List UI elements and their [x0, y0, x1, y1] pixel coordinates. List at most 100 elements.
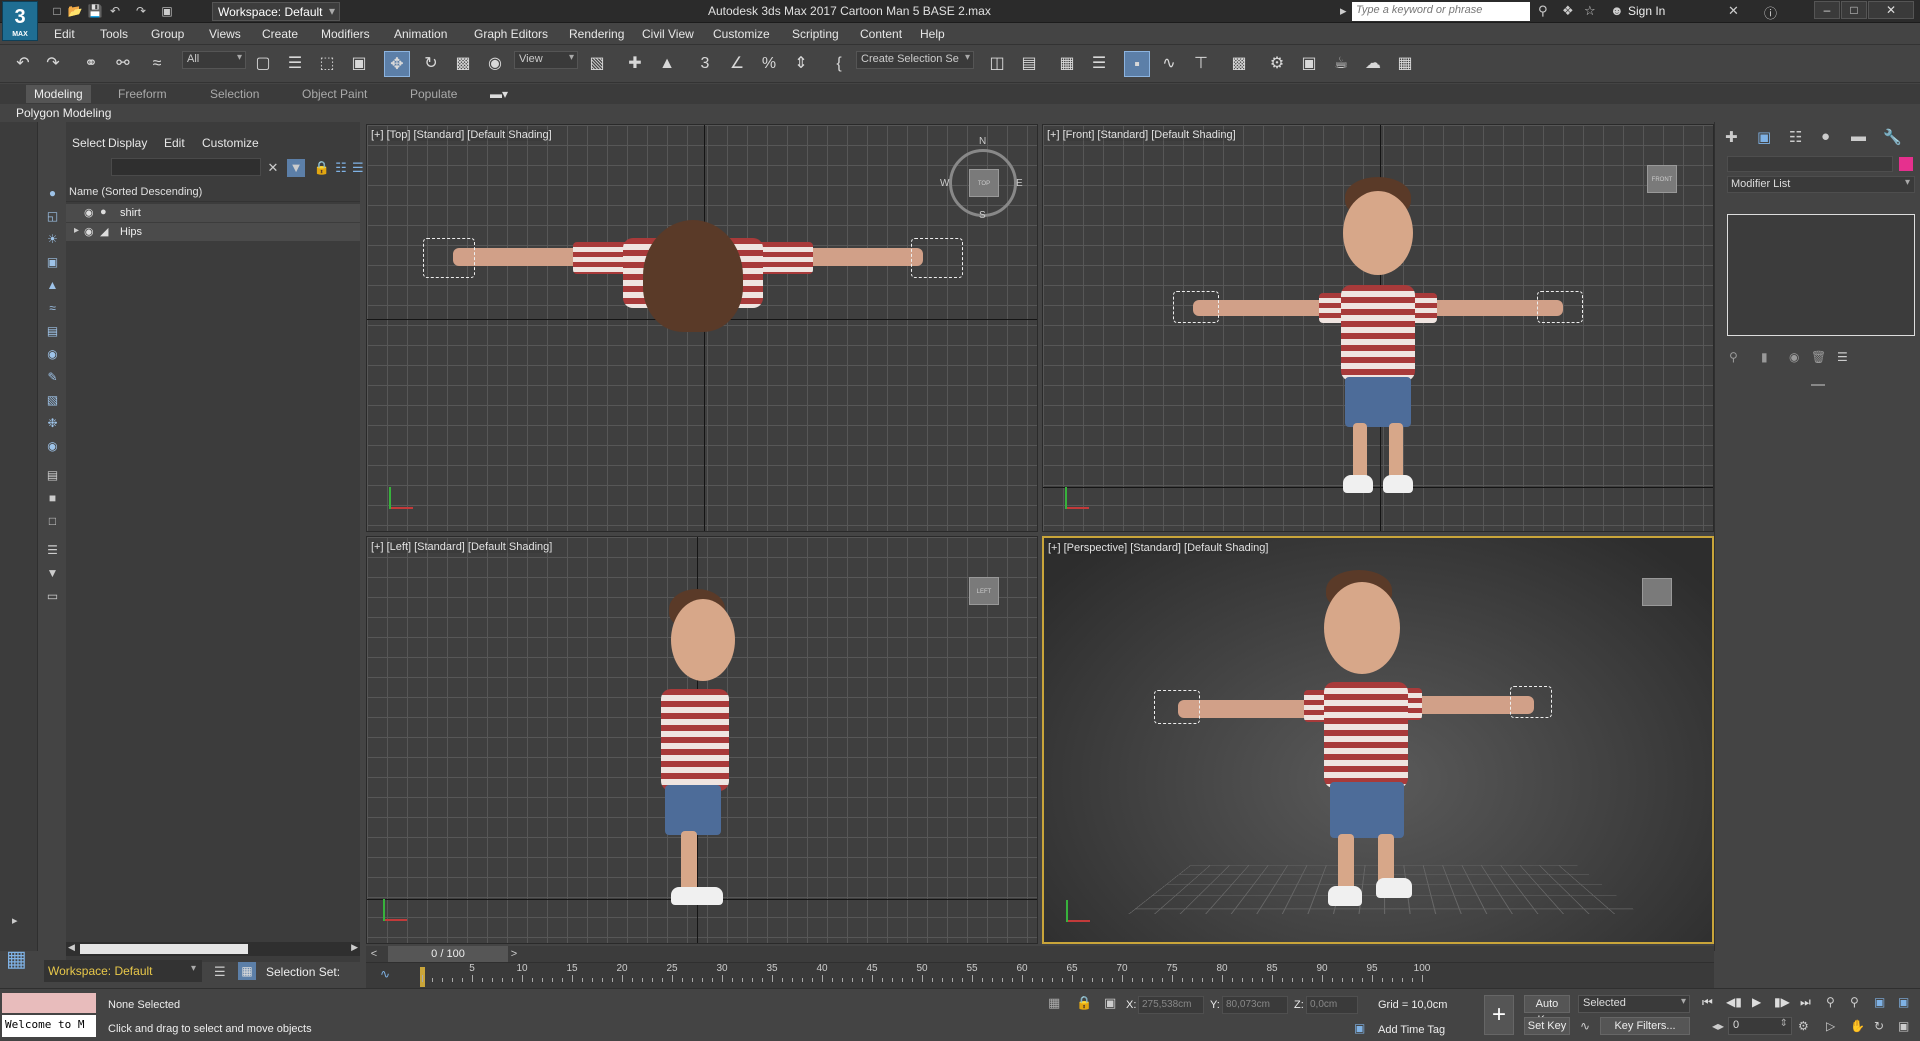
layer-explorer-icon[interactable]: ▦ — [1054, 51, 1080, 77]
orbit-icon[interactable]: ↻ — [1874, 1019, 1884, 1033]
layers-toggle-icon[interactable]: ☰ — [214, 964, 226, 980]
viewcube[interactable]: LEFT — [969, 577, 999, 605]
tab-populate[interactable]: Populate — [410, 87, 457, 101]
select-and-place-icon[interactable]: ◉ — [482, 51, 508, 77]
play-icon[interactable]: ▶ — [1752, 995, 1761, 1009]
se-menu-edit[interactable]: Edit — [164, 136, 185, 150]
expand-arrow-icon[interactable]: ▸ — [12, 914, 18, 927]
select-and-scale-icon[interactable]: ▩ — [450, 51, 476, 77]
menu-civil-view[interactable]: Civil View — [642, 27, 694, 41]
menu-animation[interactable]: Animation — [394, 27, 447, 41]
select-and-rotate-icon[interactable]: ↻ — [418, 51, 444, 77]
menu-tools[interactable]: Tools — [100, 27, 128, 41]
display-visibility-icon[interactable]: ◉ — [45, 439, 60, 454]
new-file-icon[interactable]: □ — [48, 3, 66, 20]
render-production-icon[interactable]: ☕ — [1328, 51, 1354, 77]
viewport-top[interactable]: [+] [Top] [Standard] [Default Shading] N… — [366, 124, 1038, 532]
user-icon[interactable]: ☻ — [1610, 3, 1624, 18]
display-lights-icon[interactable]: ☀ — [45, 232, 60, 247]
menu-scripting[interactable]: Scripting — [792, 27, 839, 41]
percent-snap-icon[interactable]: % — [756, 51, 782, 77]
menu-rendering[interactable]: Rendering — [569, 27, 624, 41]
zoom-all-icon[interactable]: ⚲ — [1850, 995, 1859, 1009]
time-slider[interactable] — [366, 946, 1714, 962]
hierarchy-tab-icon[interactable]: ☷ — [1789, 128, 1802, 146]
maxscript-listener-input[interactable] — [2, 993, 96, 1013]
display-cameras-icon[interactable]: ▣ — [45, 255, 60, 270]
project-folder-icon[interactable]: ▣ — [158, 3, 176, 20]
workspace-dropdown[interactable]: Workspace: Default ▾ — [212, 2, 340, 21]
list-item[interactable]: ◉ ● shirt — [66, 204, 360, 222]
reference-coordinate-dropdown[interactable]: View ▾ — [514, 51, 578, 69]
help-search-input[interactable]: Type a keyword or phrase — [1352, 2, 1530, 21]
help-icon[interactable]: ⓘ — [1764, 3, 1777, 22]
lock-icon[interactable]: 🔒 — [313, 159, 331, 177]
display-geometry-icon[interactable]: ● — [45, 186, 60, 201]
a360-gallery-icon[interactable]: ▦ — [1392, 51, 1418, 77]
undo-icon[interactable]: ↶ — [10, 51, 36, 77]
render-in-cloud-icon[interactable]: ☁ — [1360, 51, 1386, 77]
named-selection-dropdown[interactable]: Create Selection Se ▾ — [856, 51, 974, 69]
selection-filter-dropdown[interactable]: All ▾ — [182, 51, 246, 69]
x-coordinate-field[interactable]: 275,538cm — [1138, 996, 1204, 1014]
spinner-snap-icon[interactable]: ⇕ — [788, 51, 814, 77]
set-keys-button[interactable]: + — [1484, 995, 1514, 1035]
pivot-center-icon[interactable]: ▧ — [584, 51, 610, 77]
previous-frame-icon[interactable]: ◀▮ — [1726, 995, 1742, 1009]
display-containers-icon[interactable]: ▧ — [45, 393, 60, 408]
link-icon[interactable]: ⚭ — [78, 51, 104, 77]
time-configuration-icon[interactable]: ⚙ — [1798, 1019, 1809, 1033]
workspace-selector[interactable]: Workspace: Default ▾ — [44, 960, 202, 982]
sign-in-link[interactable]: Sign In — [1628, 4, 1665, 18]
polygon-modeling-panel[interactable]: Polygon Modeling — [16, 106, 111, 120]
curve-editor-mini-icon[interactable]: ∿ — [380, 967, 390, 981]
curve-editor-icon[interactable]: ∿ — [1156, 51, 1182, 77]
menu-edit[interactable]: Edit — [54, 27, 75, 41]
viewport-label-top[interactable]: [+] [Top] [Standard] [Default Shading] — [371, 129, 552, 141]
schematic-view-icon[interactable]: ⊤ — [1188, 51, 1214, 77]
bind-space-warp-icon[interactable]: ≈ — [144, 51, 170, 77]
window-crossing-icon[interactable]: ▣ — [346, 51, 372, 77]
save-file-icon[interactable]: 💾 — [86, 3, 104, 20]
star-icon[interactable]: ☆ — [1584, 3, 1596, 19]
utilities-tab-icon[interactable]: 🔧 — [1883, 128, 1902, 146]
select-and-move-icon[interactable]: ✥ — [384, 51, 410, 77]
display-helpers-icon[interactable]: ▲ — [45, 278, 60, 293]
redo-icon[interactable]: ↷ — [132, 3, 150, 20]
display-tab-icon[interactable]: ▬ — [1851, 128, 1866, 145]
undo-icon[interactable]: ↶ — [106, 3, 124, 20]
object-name-field[interactable] — [1727, 156, 1893, 172]
list-item[interactable]: ▸ ◉ ◢ Hips — [66, 223, 360, 241]
display-particles-icon[interactable]: ❉ — [45, 416, 60, 431]
character-top-view[interactable] — [423, 210, 983, 360]
redo-icon[interactable]: ↷ — [40, 51, 66, 77]
clear-search-icon[interactable]: ✕ — [264, 159, 282, 177]
select-by-name-icon[interactable]: ☰ — [282, 51, 308, 77]
z-coordinate-field[interactable]: 0,0cm — [1306, 996, 1358, 1014]
isolate-selection-icon[interactable]: ▦ — [1048, 995, 1060, 1011]
key-mode-toggle-icon[interactable]: ◂▸ — [1712, 1019, 1724, 1033]
selection-region-icon[interactable]: ⬚ — [314, 51, 340, 77]
edit-named-selection-icon[interactable]: { — [826, 51, 852, 77]
minimize-button[interactable]: – — [1814, 1, 1840, 19]
key-mode-dropdown[interactable]: Selected ▾ — [1578, 995, 1690, 1013]
funnel-icon[interactable]: ▼ — [45, 566, 60, 581]
column-header-name[interactable]: Name (Sorted Descending) — [66, 184, 360, 202]
tab-freeform[interactable]: Freeform — [118, 87, 167, 101]
viewport-label-left[interactable]: [+] [Left] [Standard] [Default Shading] — [371, 541, 553, 553]
exchange-icon[interactable]: ✕ — [1728, 3, 1739, 19]
remove-modifier-icon[interactable]: 🗑 — [1811, 350, 1826, 364]
auto-key-button[interactable]: Auto Key — [1524, 995, 1570, 1026]
viewcube[interactable]: FRONT — [1647, 165, 1677, 193]
key-filters-button[interactable]: Key Filters... — [1600, 1017, 1690, 1035]
viewport-perspective[interactable]: [+] [Perspective] [Standard] [Default Sh… — [1042, 536, 1714, 944]
scroll-right-icon[interactable]: ▶ — [351, 942, 358, 953]
display-xrefs-icon[interactable]: ◉ — [45, 347, 60, 362]
snaps-toggle-icon[interactable]: 3 — [692, 51, 718, 77]
previous-frame-icon[interactable]: < — [366, 946, 382, 962]
se-menu-display[interactable]: Display — [108, 136, 147, 150]
scene-explorer-icon[interactable]: ▪ — [1124, 51, 1150, 77]
maximize-button[interactable]: □ — [1841, 1, 1867, 19]
mirror-icon[interactable]: ◫ — [984, 51, 1010, 77]
layers-icon[interactable]: ☰ — [352, 159, 364, 177]
